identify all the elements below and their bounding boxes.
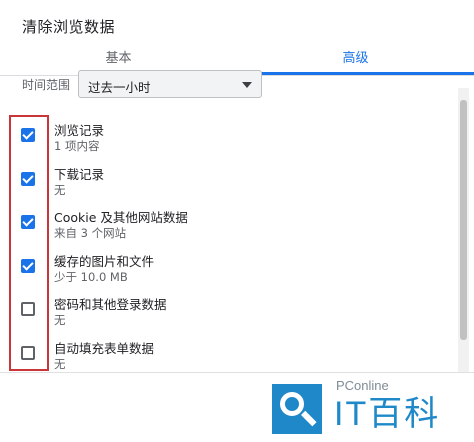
item-autofill: 自动填充表单数据 无	[18, 336, 438, 376]
checkmark-icon	[22, 215, 34, 227]
download-history-checkbox[interactable]	[21, 172, 35, 186]
item-cookies: Cookie 及其他网站数据 来自 3 个网站	[18, 205, 438, 245]
browsing-history-checkbox[interactable]	[21, 128, 35, 142]
cookies-checkbox[interactable]	[21, 215, 35, 229]
item-title: 浏览记录	[54, 123, 105, 138]
watermark-logo: PConline IT百科	[272, 378, 472, 440]
item-title: 缓存的图片和文件	[54, 254, 155, 269]
passwords-checkbox[interactable]	[21, 302, 35, 316]
checkmark-icon	[22, 172, 34, 184]
item-subtitle: 1 项内容	[54, 139, 100, 153]
time-range-select[interactable]: 过去一小时	[78, 70, 262, 98]
item-browsing-history: 浏览记录 1 项内容	[18, 118, 438, 158]
checkmark-icon	[22, 259, 34, 271]
dialog-title: 清除浏览数据	[22, 18, 116, 36]
magnifier-icon	[272, 384, 322, 434]
scrollbar[interactable]	[458, 88, 469, 372]
divider	[0, 372, 474, 373]
item-title: 密码和其他登录数据	[54, 297, 167, 312]
item-title: 下载记录	[54, 167, 105, 182]
item-cached-images: 缓存的图片和文件 少于 10.0 MB	[18, 249, 438, 289]
item-subtitle: 少于 10.0 MB	[54, 270, 128, 284]
item-passwords: 密码和其他登录数据 无	[18, 292, 438, 332]
magnifier-handle	[301, 410, 317, 427]
cached-images-checkbox[interactable]	[21, 259, 35, 273]
item-subtitle: 无	[54, 357, 66, 371]
watermark-brand: PConline	[336, 378, 389, 393]
time-range-value: 过去一小时	[88, 80, 151, 95]
item-subtitle: 无	[54, 183, 66, 197]
autofill-checkbox[interactable]	[21, 346, 35, 360]
time-range-label: 时间范围	[22, 78, 71, 92]
item-title: Cookie 及其他网站数据	[54, 210, 188, 225]
dropdown-arrow-icon	[242, 82, 252, 88]
magnifier-ring	[280, 392, 304, 416]
item-subtitle: 来自 3 个网站	[54, 226, 127, 240]
item-subtitle: 无	[54, 313, 66, 327]
clear-browsing-data-dialog: 清除浏览数据 基本 高级 时间范围 过去一小时 浏览记录 1 项内容 下载记录 …	[0, 0, 474, 442]
item-title: 自动填充表单数据	[54, 341, 155, 356]
checkmark-icon	[22, 128, 34, 140]
watermark-text: IT百科	[334, 395, 441, 433]
item-download-history: 下载记录 无	[18, 162, 438, 202]
scrollbar-thumb[interactable]	[460, 100, 467, 340]
